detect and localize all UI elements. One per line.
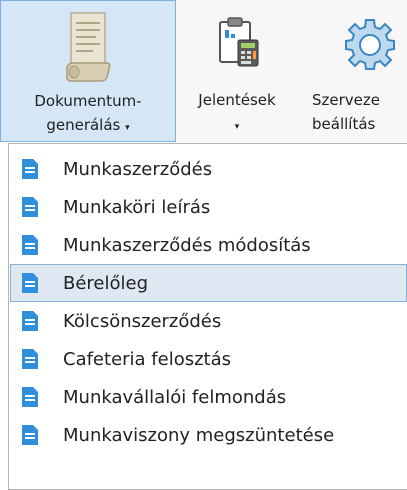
report-calculator-icon — [219, 17, 259, 67]
document-icon — [22, 159, 38, 179]
chevron-down-icon: ▾ — [234, 122, 240, 132]
document-icon — [22, 425, 38, 445]
menu-item-bereloleg[interactable]: Bérelőleg — [10, 264, 407, 302]
menu-item-label: Kölcsönszerződés — [63, 310, 222, 332]
organization-settings-label: Szerveze beállítás — [312, 91, 380, 133]
menu-item-munkakori-leiras[interactable]: Munkaköri leírás — [10, 188, 407, 226]
gear-icon — [345, 19, 395, 70]
menu-item-label: Munkaszerződés — [63, 158, 213, 180]
menu-item-munkaszerzodes[interactable]: Munkaszerződés — [10, 150, 407, 188]
document-generation-dropdown: Munkaszerződés Munkaköri leírás Munkasze… — [8, 143, 407, 490]
menu-item-label: Bérelőleg — [63, 272, 149, 294]
menu-item-label: Munkavállalói felmondás — [63, 386, 287, 408]
reports-label: Jelentések ▾ — [198, 91, 276, 132]
reports-button[interactable]: Jelentések ▾ — [176, 0, 298, 142]
menu-item-kolcsonszerzodes[interactable]: Kölcsönszerződés — [10, 302, 407, 340]
chevron-down-icon: ▾ — [125, 123, 130, 133]
menu-item-label: Munkaköri leírás — [63, 196, 211, 218]
document-icon — [22, 235, 38, 255]
document-icon — [22, 273, 38, 293]
menu-item-munkavallaloi-felmondas[interactable]: Munkavállalói felmondás — [10, 378, 407, 416]
document-scroll-icon — [66, 12, 111, 82]
menu-item-munkaszerzodes-modositas[interactable]: Munkaszerződés módosítás — [10, 226, 407, 264]
menu-item-cafeteria-felosztas[interactable]: Cafeteria felosztás — [10, 340, 407, 378]
document-icon — [22, 311, 38, 331]
menu-item-label: Munkaviszony megszüntetése — [63, 424, 335, 446]
ribbon-toolbar: Dokumentum- generálás ▾ Jelentések ▾ Sze… — [0, 0, 407, 142]
menu-item-munkaviszony-megszuntetese[interactable]: Munkaviszony megszüntetése — [10, 416, 407, 454]
document-icon — [22, 349, 38, 369]
document-generation-button[interactable]: Dokumentum- generálás ▾ — [0, 0, 176, 142]
menu-item-label: Cafeteria felosztás — [63, 348, 232, 370]
document-icon — [22, 387, 38, 407]
menu-item-label: Munkaszerződés módosítás — [63, 234, 311, 256]
document-icon — [22, 197, 38, 217]
document-generation-label: Dokumentum- generálás ▾ — [34, 92, 142, 134]
organization-settings-button[interactable]: Szerveze beállítás — [298, 0, 407, 142]
